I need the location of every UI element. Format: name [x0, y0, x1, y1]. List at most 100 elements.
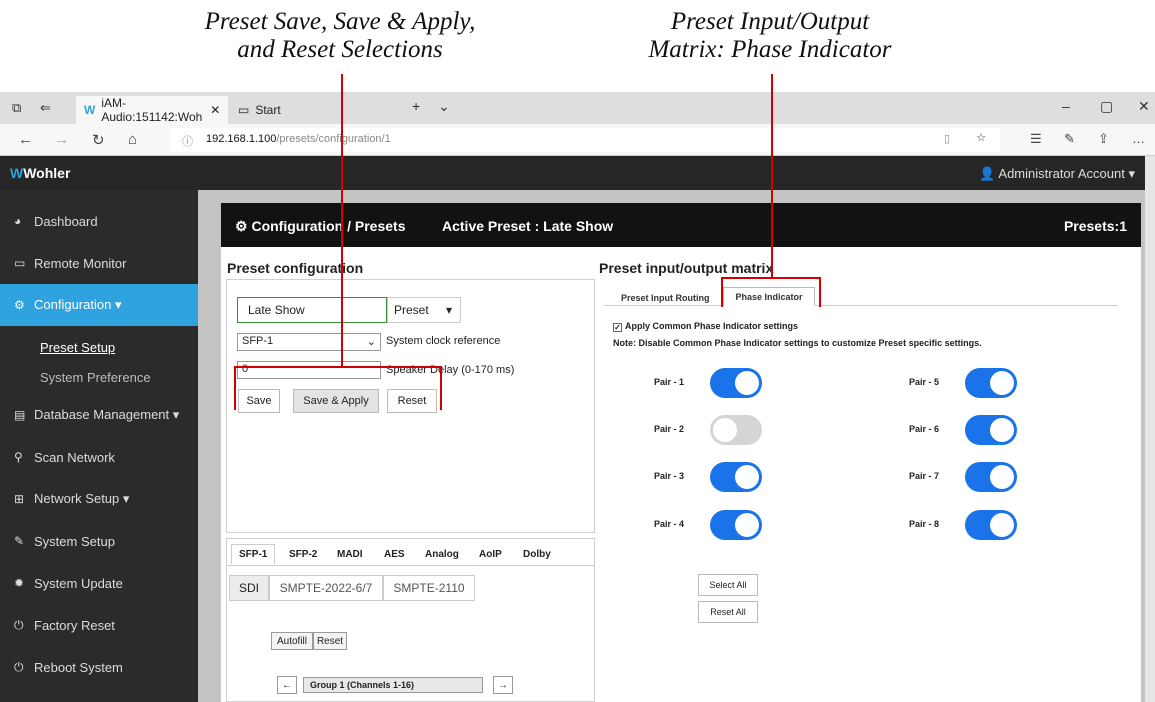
dashboard-icon: ◕	[14, 214, 22, 228]
sidebar-item-dashboard[interactable]: ◕ Dashboard	[0, 200, 198, 242]
share-icon[interactable]: ⇪	[1098, 131, 1109, 147]
sidebar-item-label: System Preference	[40, 369, 151, 385]
pair-6-toggle[interactable]	[965, 415, 1017, 445]
tab-sfp-1[interactable]: SFP-1	[231, 544, 276, 564]
account-menu[interactable]: 👤 Administrator Account ▾	[979, 166, 1135, 182]
maximize-icon[interactable]: ▢	[1100, 98, 1113, 115]
brand-logo[interactable]: WWohler	[10, 165, 70, 181]
caret-down-icon: ▾	[445, 303, 452, 317]
sidebar-item-scan-network[interactable]: ⚲ Scan Network	[0, 436, 198, 478]
close-tab-icon[interactable]: ✕	[210, 103, 220, 117]
pill-smpte-2110[interactable]: SMPTE-2110	[383, 575, 475, 601]
tab-aoip[interactable]: AoIP	[479, 549, 502, 560]
pair-label: Pair - 1	[654, 377, 685, 387]
reset-all-button[interactable]: Reset All	[698, 601, 758, 623]
preset-select[interactable]: Preset ▾	[387, 297, 461, 323]
sidebar-item-configuration[interactable]: ⚙ Configuration ▾	[0, 284, 198, 326]
pair-label: Pair - 8	[909, 519, 940, 529]
sidebar-item-system-preference[interactable]: System Preference	[0, 356, 198, 398]
preset-matrix-title: Preset input/output matrix	[599, 260, 774, 276]
prev-group-arrow-icon[interactable]: ←	[277, 676, 297, 694]
panel-title-text: Configuration / Presets	[251, 218, 406, 234]
tab-preset-input-routing[interactable]: Preset Input Routing	[621, 293, 710, 303]
page-scrollbar[interactable]	[1145, 156, 1155, 702]
active-preset-label: Active Preset : Late Show	[442, 218, 614, 234]
sidebar-item-label: System Update	[34, 575, 123, 591]
clock-reference-select[interactable]: SFP-1 ⌄	[237, 333, 381, 351]
matrix-tab-divider	[604, 305, 1118, 306]
sidebar-item-system-update[interactable]: ✹ System Update	[0, 562, 198, 604]
back-icon[interactable]: ←	[18, 131, 33, 148]
favorite-star-icon[interactable]: ☆	[976, 131, 986, 144]
apply-common-label: Apply Common Phase Indicator settings	[625, 321, 799, 331]
chevron-down-icon[interactable]: ⌄	[438, 98, 450, 115]
pair-5-toggle[interactable]	[965, 368, 1017, 398]
pair-1-toggle[interactable]	[710, 368, 762, 398]
toggle-knob	[990, 371, 1014, 395]
checkbox-icon: ✓	[613, 323, 622, 332]
pair-label: Pair - 4	[654, 519, 685, 529]
tab-aes[interactable]: AES	[384, 549, 405, 560]
browser-tab-label: Start	[255, 103, 281, 117]
tab-actions-icon[interactable]: ⧉	[12, 100, 21, 116]
pill-sdi[interactable]: SDI	[229, 575, 269, 601]
tab-sfp-2[interactable]: SFP-2	[289, 549, 317, 560]
user-icon: 👤	[979, 166, 996, 181]
pen-icon[interactable]: ✎	[1064, 131, 1075, 147]
browser-tab-bar: ⧉ ⇐ W iAM-Audio:151142:Woh ✕ ▭ Start + ⌄…	[0, 92, 1155, 124]
pair-label: Pair - 7	[909, 471, 940, 481]
toggle-knob	[990, 513, 1014, 537]
toggle-knob	[990, 418, 1014, 442]
close-window-icon[interactable]: ✕	[1138, 98, 1150, 115]
cogs-icon: ⚙	[235, 218, 252, 234]
autofill-button[interactable]: Autofill	[271, 632, 313, 650]
sidebar-item-factory-reset[interactable]: ⏻ Factory Reset	[0, 604, 198, 646]
minimize-icon[interactable]: –	[1062, 98, 1070, 114]
pair-7-toggle[interactable]	[965, 462, 1017, 492]
toggle-knob	[990, 465, 1014, 489]
pair-2-toggle[interactable]	[710, 415, 762, 445]
url-input[interactable]: ⓘ 192.168.1.100/presets/configuration/1 …	[170, 128, 1000, 152]
callout-save-apply-reset: Preset Save, Save & Apply, and Reset Sel…	[160, 8, 520, 64]
interface-reset-button[interactable]: Reset	[313, 632, 347, 650]
sidebar-item-database-management[interactable]: ▤ Database Management ▾	[0, 394, 198, 436]
browser-address-bar: ← → ↻ ⌂ ⓘ 192.168.1.100/presets/configur…	[0, 124, 1155, 156]
pair-3-toggle[interactable]	[710, 462, 762, 492]
url-host: 192.168.1.100	[206, 133, 277, 145]
browser-tab-start[interactable]: ▭ Start	[230, 96, 400, 124]
sidebar-item-reboot-system[interactable]: ⏻ Reboot System	[0, 646, 198, 688]
group-select[interactable]: Group 1 (Channels 1-16)	[303, 677, 483, 693]
favorites-icon[interactable]: ☰	[1030, 131, 1042, 147]
new-tab-icon[interactable]: +	[412, 98, 420, 114]
sidebar-item-remote-monitor[interactable]: ▭ Remote Monitor	[0, 242, 198, 284]
select-all-button[interactable]: Select All	[698, 574, 758, 596]
sidebar-item-system-setup[interactable]: ✎ System Setup	[0, 520, 198, 562]
more-icon[interactable]: …	[1132, 131, 1145, 146]
pill-smpte-2022[interactable]: SMPTE-2022-6/7	[269, 575, 383, 601]
home-icon[interactable]: ⌂	[128, 131, 137, 148]
monitor-icon: ▭	[14, 256, 26, 270]
next-group-arrow-icon[interactable]: →	[493, 676, 513, 694]
start-page-icon: ▭	[238, 103, 250, 117]
panel-header: ⚙ Configuration / Presets Active Preset …	[221, 203, 1141, 247]
power-icon: ⏻	[14, 617, 24, 632]
tab-aside-icon[interactable]: ⇐	[40, 100, 51, 116]
sidebar-item-network-setup[interactable]: ⊞ Network Setup ▾	[0, 478, 198, 520]
forward-icon[interactable]: →	[54, 131, 69, 148]
refresh-icon[interactable]: ↻	[92, 131, 105, 149]
tab-dolby[interactable]: Dolby	[523, 549, 551, 560]
search-icon: ⚲	[14, 450, 23, 464]
apply-common-checkbox[interactable]: ✓ Apply Common Phase Indicator settings	[613, 321, 798, 332]
pair-4-toggle[interactable]	[710, 510, 762, 540]
pair-8-toggle[interactable]	[965, 510, 1017, 540]
pair-label: Pair - 5	[909, 377, 940, 387]
browser-tab-active[interactable]: W iAM-Audio:151142:Woh ✕	[76, 96, 228, 124]
tab-madi[interactable]: MADI	[337, 549, 363, 560]
clock-reference-label: System clock reference	[386, 335, 501, 347]
callout-left-line2: and Reset Selections	[237, 36, 443, 63]
tab-analog[interactable]: Analog	[425, 549, 459, 560]
reading-view-icon[interactable]: ▯	[944, 132, 950, 145]
preset-name-input[interactable]: Late Show	[237, 297, 387, 323]
pair-label: Pair - 2	[654, 424, 685, 434]
sidebar-item-label: System Setup	[34, 533, 115, 549]
